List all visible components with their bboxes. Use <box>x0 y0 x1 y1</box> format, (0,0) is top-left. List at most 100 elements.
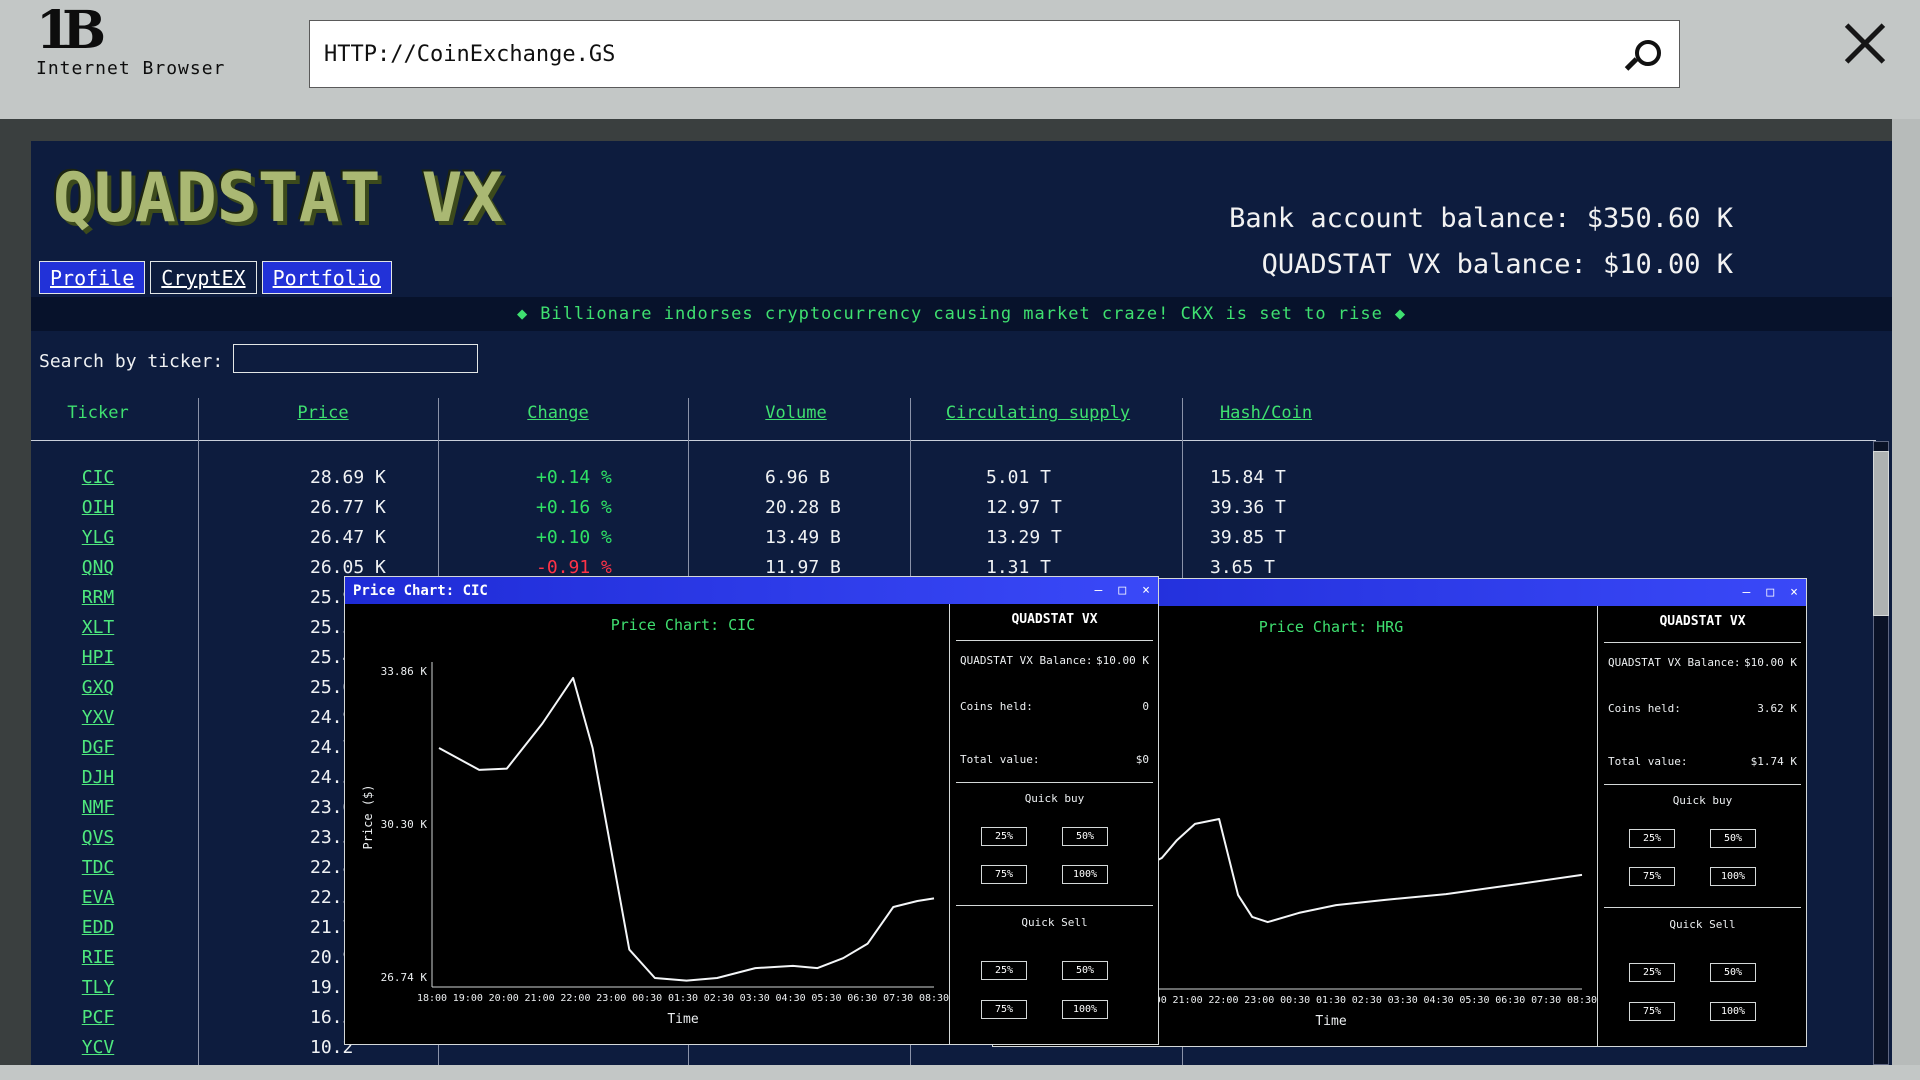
window-minimize-icon[interactable]: — <box>1095 583 1103 599</box>
window-maximize-icon[interactable]: □ <box>1766 585 1774 601</box>
ticker-link[interactable]: DJH <box>31 763 165 793</box>
ticker-link[interactable]: YXV <box>31 703 165 733</box>
quick-buy-25-button[interactable]: 25% <box>1629 829 1675 848</box>
chart-area: Price Chart: CICPrice ($)Time33.86 K30.3… <box>345 604 949 1044</box>
quick-sell-75-button[interactable]: 75% <box>981 1000 1027 1019</box>
window-close-icon[interactable]: × <box>1790 585 1798 601</box>
browser-logo-mark: 1B <box>36 4 225 58</box>
quick-sell-100-button[interactable]: 100% <box>1062 1000 1108 1019</box>
quick-buy-50-button[interactable]: 50% <box>1062 827 1108 846</box>
x-tick-label: 02:30 <box>704 993 734 1004</box>
news-diamond-icon: ◆ <box>1395 304 1406 324</box>
quick-sell-25-button[interactable]: 25% <box>1629 963 1675 982</box>
x-tick-label: 00:30 <box>632 993 662 1004</box>
tab-profile[interactable]: Profile <box>39 261 145 294</box>
ticker-link[interactable]: TDC <box>31 853 165 883</box>
price-line-chart <box>345 604 949 1044</box>
column-header-price[interactable]: Price <box>297 403 348 423</box>
panel-info-label: Coins held: <box>960 700 1033 713</box>
browser-logo-label: Internet Browser <box>36 58 225 79</box>
window-minimize-icon[interactable]: — <box>1743 585 1751 601</box>
panel-title: QUADSTAT VX <box>1598 614 1807 629</box>
panel-info-label: QUADSTAT VX Balance: <box>1608 656 1740 669</box>
url-input[interactable] <box>310 21 1679 87</box>
panel-info-value: 3.62 K <box>1757 702 1797 715</box>
ticker-link[interactable]: XLT <box>31 613 165 643</box>
quick-sell-50-button[interactable]: 50% <box>1710 963 1756 982</box>
browser-close-icon[interactable] <box>1836 14 1894 72</box>
window-maximize-icon[interactable]: □ <box>1118 583 1126 599</box>
quick-buy-100-button[interactable]: 100% <box>1710 867 1756 886</box>
quick-buy-25-button[interactable]: 25% <box>981 827 1027 846</box>
ticker-link[interactable]: YCV <box>31 1033 165 1063</box>
quick-buy-100-button[interactable]: 100% <box>1062 865 1108 884</box>
x-tick-label: 07:30 <box>1531 995 1561 1006</box>
ticker-link[interactable]: QNQ <box>31 553 165 583</box>
ticker-link[interactable]: QVS <box>31 823 165 853</box>
bank-balance: Bank account balance: $350.60 K <box>1229 203 1733 234</box>
search-icon[interactable] <box>1627 38 1661 72</box>
window-controls: — □ × <box>1743 585 1798 601</box>
x-tick-label: 20:00 <box>489 993 519 1004</box>
panel-info-row: QUADSTAT VX Balance:$10.00 K <box>1608 656 1797 669</box>
x-tick-label: 04:30 <box>776 993 806 1004</box>
panel-divider <box>1604 642 1801 643</box>
window-controls: — □ × <box>1095 583 1150 599</box>
column-header-change[interactable]: Change <box>527 403 588 423</box>
ticker-link[interactable]: TLY <box>31 973 165 1003</box>
price-cell: 28.69 K <box>310 463 386 493</box>
panel-info-label: Coins held: <box>1608 702 1681 715</box>
panel-info-row: QUADSTAT VX Balance:$10.00 K <box>960 654 1149 667</box>
column-header-ticker: Ticker <box>67 403 128 423</box>
ticker-link[interactable]: YLG <box>31 523 165 553</box>
hashcoin-cell: 15.84 T <box>1210 463 1286 493</box>
scrollbar-thumb[interactable] <box>1873 451 1889 616</box>
ticker-link[interactable]: RRM <box>31 583 165 613</box>
ticker-link[interactable]: GXQ <box>31 673 165 703</box>
y-tick-label: 33.86 K <box>347 665 427 678</box>
supply-cell: 12.97 T <box>986 493 1062 523</box>
hashcoin-cell: 39.85 T <box>1210 523 1286 553</box>
tab-portfolio[interactable]: Portfolio <box>262 261 392 294</box>
x-tick-label: 08:30 <box>919 993 949 1004</box>
panel-divider <box>956 782 1153 783</box>
column-header-volume[interactable]: Volume <box>765 403 826 423</box>
price-line <box>439 678 934 981</box>
ticker-link[interactable]: NMF <box>31 793 165 823</box>
panel-info-label: Total value: <box>1608 755 1687 768</box>
table-row: CIC28.69 K+0.14 %6.96 B5.01 T15.84 T <box>31 463 1876 493</box>
panel-divider <box>956 905 1153 906</box>
tab-cryptex[interactable]: CryptEX <box>150 261 256 294</box>
quick-sell-label: Quick Sell <box>950 916 1159 929</box>
ticker-link[interactable]: EVA <box>31 883 165 913</box>
x-tick-label: 19:00 <box>453 993 483 1004</box>
quick-sell-50-button[interactable]: 50% <box>1062 961 1108 980</box>
quick-sell-100-button[interactable]: 100% <box>1710 1002 1756 1021</box>
quick-sell-25-button[interactable]: 25% <box>981 961 1027 980</box>
x-tick-label: 06:30 <box>1495 995 1525 1006</box>
ticker-link[interactable]: DGF <box>31 733 165 763</box>
window-titlebar[interactable]: Price Chart: CIC—□× <box>345 577 1158 604</box>
ticker-link[interactable]: OIH <box>31 493 165 523</box>
price-cell: 26.77 K <box>310 493 386 523</box>
change-cell: +0.14 % <box>536 463 612 493</box>
panel-divider <box>956 640 1153 641</box>
column-header-supply[interactable]: Circulating supply <box>946 403 1130 423</box>
quick-buy-75-button[interactable]: 75% <box>1629 867 1675 886</box>
panel-divider <box>1604 907 1801 908</box>
quick-buy-50-button[interactable]: 50% <box>1710 829 1756 848</box>
quick-buy-75-button[interactable]: 75% <box>981 865 1027 884</box>
panel-info-row: Total value:$0 <box>960 753 1149 766</box>
ticker-link[interactable]: RIE <box>31 943 165 973</box>
ticker-link[interactable]: EDD <box>31 913 165 943</box>
quick-sell-75-button[interactable]: 75% <box>1629 1002 1675 1021</box>
ticker-link[interactable]: HPI <box>31 643 165 673</box>
ticker-link[interactable]: PCF <box>31 1003 165 1033</box>
x-tick-label: 04:30 <box>1424 995 1454 1006</box>
supply-cell: 13.29 T <box>986 523 1062 553</box>
window-close-icon[interactable]: × <box>1142 583 1150 599</box>
column-header-hashcoin[interactable]: Hash/Coin <box>1220 403 1312 423</box>
ticker-search-input[interactable] <box>233 344 478 373</box>
ticker-link[interactable]: CIC <box>31 463 165 493</box>
quick-buy-label: Quick buy <box>1598 794 1807 807</box>
